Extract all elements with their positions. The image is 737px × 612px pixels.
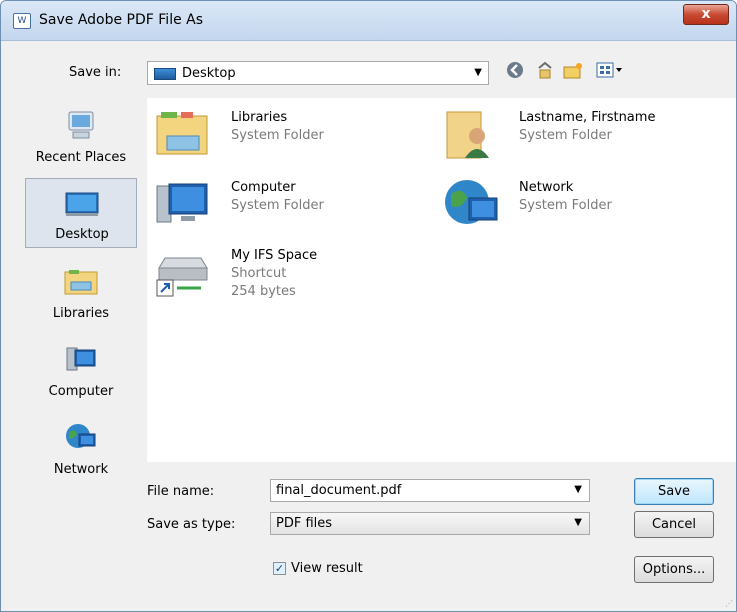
file-list[interactable]: Libraries System Folder Lastname, Firstn… [147,98,736,462]
file-name-input[interactable]: final_document.pdf ▼ [270,479,590,502]
list-item[interactable]: Network System Folder [443,176,703,232]
libraries-folder-icon [156,112,208,155]
place-recent-places[interactable]: Recent Places [25,102,137,172]
place-computer[interactable]: Computer [25,336,137,406]
file-type: System Folder [231,128,324,143]
save-in-label: Save in: [69,65,122,80]
cancel-button[interactable]: Cancel [634,511,714,538]
file-name-label: File name: [147,484,215,499]
view-result-checkbox[interactable]: ✓ [273,562,286,575]
desktop-icon [65,192,99,216]
user-folder-icon [446,111,489,159]
file-size: 254 bytes [231,284,296,299]
desktop-icon [154,68,176,80]
save-in-value: Desktop [182,66,236,81]
file-type: System Folder [519,198,612,213]
file-type: Shortcut [231,266,287,281]
save-as-type-dropdown[interactable]: PDF files ▼ [270,512,590,535]
place-label: Computer [48,384,114,399]
save-as-type-label: Save as type: [147,517,236,532]
view-result-label[interactable]: View result [291,561,363,576]
views-menu-icon[interactable] [595,61,625,85]
place-label: Libraries [52,306,110,321]
pdf-app-icon: W [13,13,31,29]
list-item[interactable]: Libraries System Folder [155,106,395,162]
resize-grip-icon[interactable]: ⋰ [725,599,733,608]
file-name: Network [519,180,574,195]
network-icon [445,180,498,224]
place-label: Desktop [55,227,109,242]
recent-places-icon [68,111,94,139]
back-icon[interactable] [503,61,527,85]
dialog-title: Save Adobe PDF File As [39,12,204,28]
save-as-type-value: PDF files [276,516,333,531]
save-in-dropdown[interactable]: Desktop ▼ [147,61,489,85]
new-folder-icon[interactable] [561,61,585,85]
file-name: Lastname, Firstname [519,110,656,125]
options-button[interactable]: Options... [634,556,714,583]
chevron-down-icon: ▼ [574,517,582,528]
place-label: Network [53,462,109,477]
computer-icon [66,347,96,371]
close-button[interactable]: x [683,4,729,25]
title-bar[interactable]: W Save Adobe PDF File As x [1,1,736,41]
file-name-value: final_document.pdf [276,483,402,498]
file-name: Computer [231,180,296,195]
save-button[interactable]: Save [634,478,714,505]
network-drive-shortcut-icon [156,257,208,297]
place-desktop[interactable]: Desktop [25,178,137,248]
network-icon [66,424,96,448]
places-bar: Recent Places Desktop Libraries Computer… [25,98,137,482]
file-type: System Folder [519,128,612,143]
save-dialog: W Save Adobe PDF File As x Save in: Desk… [0,0,737,612]
list-item[interactable]: Lastname, Firstname System Folder [443,106,703,162]
place-label: Recent Places [35,150,127,165]
place-network[interactable]: Network [25,414,137,484]
file-type: System Folder [231,198,324,213]
libraries-icon [64,270,98,295]
file-name: Libraries [231,110,288,125]
chevron-down-icon[interactable]: ▼ [574,484,582,495]
place-libraries[interactable]: Libraries [25,258,137,328]
list-item[interactable]: Computer System Folder [155,176,395,232]
chevron-down-icon: ▼ [474,67,482,78]
list-item[interactable]: My IFS Space Shortcut 254 bytes [155,244,395,306]
file-name: My IFS Space [231,248,318,263]
up-folder-icon[interactable] [533,61,557,85]
computer-icon [156,183,208,223]
